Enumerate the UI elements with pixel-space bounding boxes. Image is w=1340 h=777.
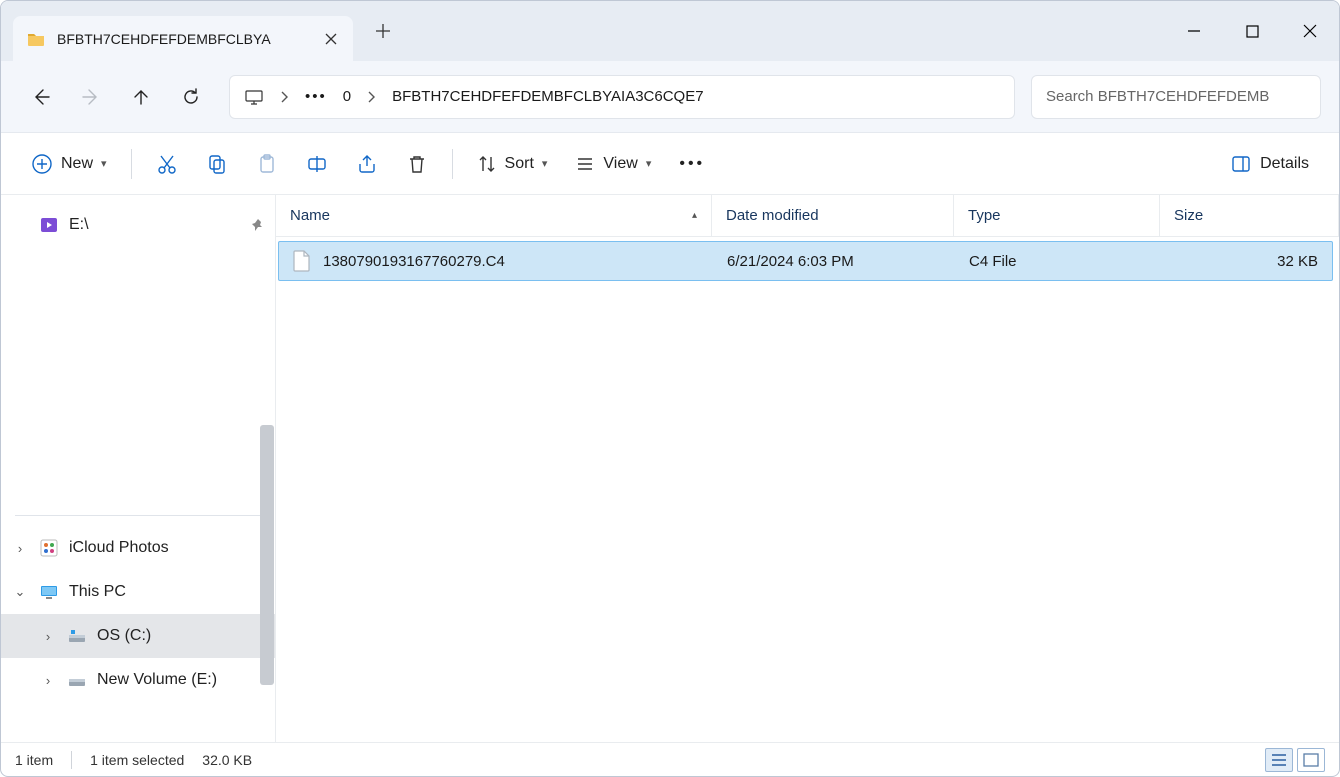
minimize-button[interactable]: [1165, 11, 1223, 51]
up-button[interactable]: [119, 75, 163, 119]
tree-item-os-c[interactable]: › OS (C:): [1, 614, 275, 658]
chevron-down-icon: ▾: [646, 157, 652, 170]
address-bar[interactable]: ••• 0 BFBTH7CEHDFEFDEMBFCLBYAIA3C6CQE7: [229, 75, 1015, 119]
content-area: Name ▴ Date modified Type Size: [276, 195, 1339, 742]
item-count: 1 item: [15, 752, 53, 768]
tree-label: OS (C:): [97, 627, 151, 645]
copy-button[interactable]: [194, 144, 240, 184]
tree-item-this-pc[interactable]: ⌄ This PC: [1, 570, 275, 614]
drive-icon: [67, 626, 87, 646]
column-header-type[interactable]: Type: [954, 195, 1160, 236]
navigation-bar: ••• 0 BFBTH7CEHDFEFDEMBFCLBYAIA3C6CQE7 S…: [1, 61, 1339, 133]
tree-item-e-drive[interactable]: E:\: [1, 203, 275, 247]
tree-label: New Volume (E:): [97, 671, 217, 689]
pc-icon: [244, 87, 264, 107]
icloud-icon: [39, 538, 59, 558]
selection-count: 1 item selected: [90, 752, 184, 768]
cut-button[interactable]: [144, 144, 190, 184]
view-label: View: [603, 155, 637, 173]
window-controls: [1165, 11, 1339, 61]
selection-size: 32.0 KB: [202, 752, 252, 768]
view-mode-toggles: [1265, 748, 1325, 772]
scrollbar-thumb[interactable]: [260, 425, 274, 685]
close-tab-button[interactable]: [323, 31, 339, 47]
new-label: New: [61, 155, 93, 173]
separator: [71, 751, 72, 769]
details-pane-button[interactable]: Details: [1218, 144, 1321, 184]
folder-icon: [27, 30, 45, 48]
search-input[interactable]: Search BFBTH7CEHDFEFDEMB: [1031, 75, 1321, 119]
chevron-right-icon[interactable]: [280, 90, 289, 104]
chevron-right-icon[interactable]: [367, 90, 376, 104]
chevron-down-icon: ▾: [101, 157, 107, 170]
more-button[interactable]: •••: [667, 144, 717, 184]
rename-button[interactable]: [294, 144, 340, 184]
file-explorer-window: BFBTH7CEHDFEFDEMBFCLBYA: [0, 0, 1340, 777]
divider: [15, 515, 261, 516]
tree-label: This PC: [69, 583, 126, 601]
navigation-pane: E:\ › iCloud Photos ⌄: [1, 195, 276, 742]
file-size: 32 KB: [1277, 253, 1318, 270]
expand-icon[interactable]: ›: [11, 541, 29, 556]
separator: [131, 149, 132, 179]
details-view-toggle[interactable]: [1265, 748, 1293, 772]
tree-item-new-volume-e[interactable]: › New Volume (E:): [1, 658, 275, 702]
file-type: C4 File: [969, 253, 1017, 270]
breadcrumb-segment[interactable]: BFBTH7CEHDFEFDEMBFCLBYAIA3C6CQE7: [392, 88, 703, 105]
thumbnails-view-toggle[interactable]: [1297, 748, 1325, 772]
separator: [452, 149, 453, 179]
command-bar: New ▾ Sort ▾ View ▾: [1, 133, 1339, 195]
refresh-button[interactable]: [169, 75, 213, 119]
sort-label: Sort: [505, 155, 534, 173]
tree-label: E:\: [69, 216, 89, 234]
close-window-button[interactable]: [1281, 11, 1339, 51]
breadcrumb-ellipsis[interactable]: •••: [305, 88, 327, 105]
tree-item-icloud[interactable]: › iCloud Photos: [1, 526, 275, 570]
pc-icon: [39, 582, 59, 602]
new-tab-button[interactable]: [363, 11, 403, 51]
active-tab[interactable]: BFBTH7CEHDFEFDEMBFCLBYA: [13, 16, 353, 61]
view-button[interactable]: View ▾: [563, 144, 663, 184]
tree-label: iCloud Photos: [69, 539, 169, 557]
column-header-name[interactable]: Name ▴: [276, 195, 712, 236]
breadcrumb-segment[interactable]: 0: [343, 88, 351, 105]
sort-button[interactable]: Sort ▾: [465, 144, 560, 184]
column-header-date[interactable]: Date modified: [712, 195, 954, 236]
delete-button[interactable]: [394, 144, 440, 184]
file-icon: [293, 250, 311, 272]
file-name: 1380790193167760279.C4: [323, 253, 505, 270]
forward-button[interactable]: [69, 75, 113, 119]
tab-title: BFBTH7CEHDFEFDEMBFCLBYA: [57, 31, 311, 47]
file-date: 6/21/2024 6:03 PM: [727, 253, 854, 270]
titlebar: BFBTH7CEHDFEFDEMBFCLBYA: [1, 1, 1339, 61]
column-headers: Name ▴ Date modified Type Size: [276, 195, 1339, 237]
expand-icon[interactable]: ›: [39, 629, 57, 644]
new-button[interactable]: New ▾: [19, 144, 119, 184]
back-button[interactable]: [19, 75, 63, 119]
file-list[interactable]: 1380790193167760279.C4 6/21/2024 6:03 PM…: [276, 237, 1339, 742]
file-row[interactable]: 1380790193167760279.C4 6/21/2024 6:03 PM…: [278, 241, 1333, 281]
collapse-icon[interactable]: ⌄: [11, 584, 29, 600]
drive-icon: [67, 670, 87, 690]
search-placeholder: Search BFBTH7CEHDFEFDEMB: [1046, 88, 1269, 105]
details-label: Details: [1260, 155, 1309, 173]
column-header-size[interactable]: Size: [1160, 195, 1339, 236]
chevron-down-icon: ▾: [542, 157, 548, 170]
maximize-button[interactable]: [1223, 11, 1281, 51]
share-button[interactable]: [344, 144, 390, 184]
expand-icon[interactable]: ›: [39, 673, 57, 688]
status-bar: 1 item 1 item selected 32.0 KB: [1, 742, 1339, 776]
paste-button[interactable]: [244, 144, 290, 184]
body: E:\ › iCloud Photos ⌄: [1, 195, 1339, 742]
sort-indicator-icon: ▴: [692, 210, 697, 221]
video-drive-icon: [39, 215, 59, 235]
pin-icon[interactable]: [251, 218, 265, 232]
